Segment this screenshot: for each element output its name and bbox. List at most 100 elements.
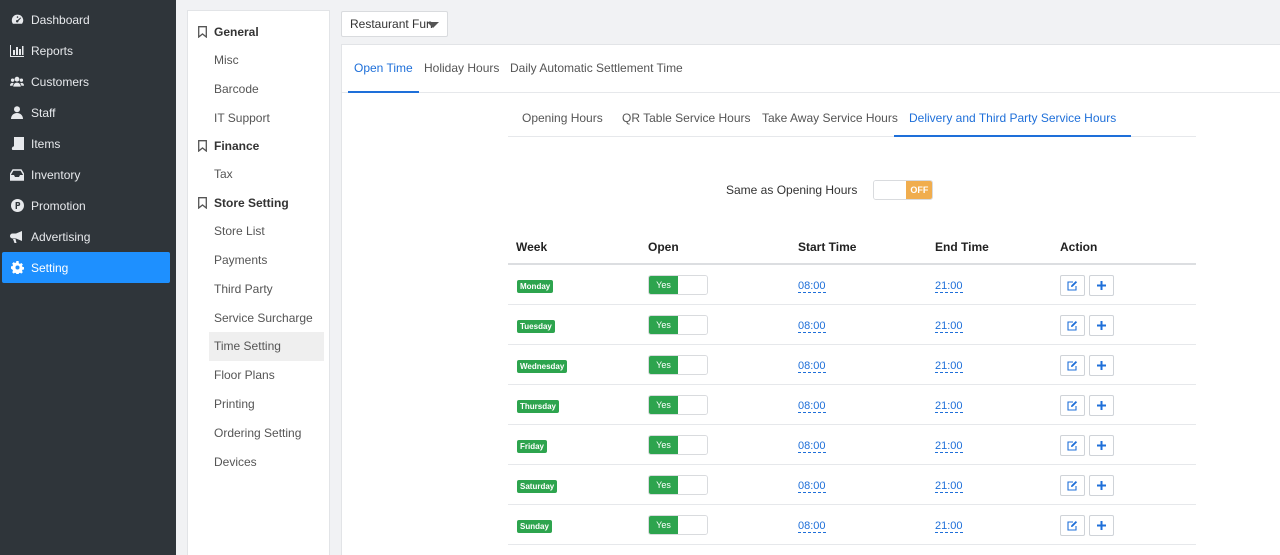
submenu-item-payments[interactable]: Payments bbox=[188, 246, 329, 275]
header-end-time: End Time bbox=[935, 240, 989, 254]
open-toggle-state: Yes bbox=[649, 316, 678, 334]
store-select[interactable]: Restaurant Fun bbox=[341, 11, 448, 37]
end-time-link[interactable]: 21:00 bbox=[935, 320, 963, 333]
nav-item-setting[interactable]: Setting bbox=[2, 252, 170, 283]
open-toggle[interactable]: Yes bbox=[648, 435, 708, 455]
start-time-link[interactable]: 08:00 bbox=[798, 360, 826, 373]
end-time-link[interactable]: 21:00 bbox=[935, 400, 963, 413]
edit-button[interactable] bbox=[1060, 515, 1085, 536]
top-tabs: Open Time Holiday Hours Daily Automatic … bbox=[342, 45, 1280, 93]
tab-opening-hours[interactable]: Opening Hours bbox=[522, 102, 603, 137]
nav-item-customers[interactable]: Customers bbox=[0, 66, 176, 97]
start-time-link[interactable]: 08:00 bbox=[798, 400, 826, 413]
nav-label: Setting bbox=[31, 260, 69, 275]
nav-item-staff[interactable]: Staff bbox=[0, 97, 176, 128]
dashboard-icon bbox=[10, 13, 24, 27]
bookmark-icon bbox=[198, 140, 208, 153]
edit-icon bbox=[1067, 360, 1078, 371]
tab-open-time[interactable]: Open Time bbox=[348, 45, 419, 93]
nav-label: Reports bbox=[31, 43, 74, 58]
submenu-item-third-party[interactable]: Third Party bbox=[188, 275, 329, 304]
start-time-link[interactable]: 08:00 bbox=[798, 320, 826, 333]
add-button[interactable] bbox=[1089, 475, 1114, 496]
nav-item-reports[interactable]: Reports bbox=[0, 35, 176, 66]
submenu-item-ordering-setting[interactable]: Ordering Setting bbox=[188, 419, 329, 448]
open-toggle[interactable]: Yes bbox=[648, 515, 708, 535]
submenu-item-misc[interactable]: Misc bbox=[188, 46, 329, 75]
main-nav: Dashboard Reports Customers Staff Items … bbox=[0, 0, 176, 555]
start-time-link[interactable]: 08:00 bbox=[798, 480, 826, 493]
add-button[interactable] bbox=[1089, 435, 1114, 456]
toggle-knob bbox=[678, 356, 707, 374]
submenu-item-tax[interactable]: Tax bbox=[188, 160, 329, 189]
add-button[interactable] bbox=[1089, 395, 1114, 416]
edit-icon bbox=[1067, 320, 1078, 331]
add-button[interactable] bbox=[1089, 515, 1114, 536]
submenu-item-it-support[interactable]: IT Support bbox=[188, 104, 329, 133]
nav-label: Advertising bbox=[31, 229, 91, 244]
table-body: Monday Yes 08:00 21:00 Tuesday Yes 08:00 21:00 W… bbox=[508, 265, 1196, 545]
plus-icon bbox=[1097, 321, 1106, 330]
open-toggle[interactable]: Yes bbox=[648, 395, 708, 415]
plus-icon bbox=[1097, 361, 1106, 370]
open-toggle[interactable]: Yes bbox=[648, 315, 708, 335]
nav-item-advertising[interactable]: Advertising bbox=[0, 221, 176, 252]
edit-button[interactable] bbox=[1060, 315, 1085, 336]
tab-delivery-third-party-service-hours[interactable]: Delivery and Third Party Service Hours bbox=[894, 102, 1132, 137]
edit-button[interactable] bbox=[1060, 475, 1085, 496]
nav-item-items[interactable]: Items bbox=[0, 128, 176, 159]
day-badge: Wednesday bbox=[517, 360, 568, 373]
submenu-item-barcode[interactable]: Barcode bbox=[188, 75, 329, 104]
settings-submenu: General Misc Barcode IT Support Finance … bbox=[187, 10, 330, 555]
start-time-link[interactable]: 08:00 bbox=[798, 280, 826, 293]
edit-button[interactable] bbox=[1060, 435, 1085, 456]
submenu-item-service-surcharge[interactable]: Service Surcharge bbox=[188, 304, 329, 333]
tab-qr-table-service-hours[interactable]: QR Table Service Hours bbox=[622, 102, 751, 137]
header-start-time: Start Time bbox=[798, 240, 857, 254]
open-toggle[interactable]: Yes bbox=[648, 355, 708, 375]
edit-button[interactable] bbox=[1060, 355, 1085, 376]
table-row: Monday Yes 08:00 21:00 bbox=[508, 265, 1196, 305]
day-badge: Friday bbox=[517, 440, 548, 453]
submenu-item-time-setting[interactable]: Time Setting bbox=[209, 332, 324, 362]
toggle-knob bbox=[678, 276, 707, 294]
tab-take-away-service-hours[interactable]: Take Away Service Hours bbox=[762, 102, 898, 137]
edit-button[interactable] bbox=[1060, 275, 1085, 296]
nav-item-dashboard[interactable]: Dashboard bbox=[0, 4, 176, 35]
edit-icon bbox=[1067, 520, 1078, 531]
nav-item-promotion[interactable]: Promotion bbox=[0, 190, 176, 221]
end-time-link[interactable]: 21:00 bbox=[935, 360, 963, 373]
add-button[interactable] bbox=[1089, 315, 1114, 336]
toggle-knob bbox=[678, 436, 707, 454]
add-button[interactable] bbox=[1089, 275, 1114, 296]
open-toggle[interactable]: Yes bbox=[648, 475, 708, 495]
open-toggle-state: Yes bbox=[649, 476, 678, 494]
book-icon bbox=[10, 137, 24, 151]
day-badge: Thursday bbox=[517, 400, 560, 413]
same-as-opening-hours-toggle[interactable]: OFF bbox=[873, 180, 934, 200]
caret-down-icon bbox=[427, 22, 439, 28]
start-time-link[interactable]: 08:00 bbox=[798, 440, 826, 453]
end-time-link[interactable]: 21:00 bbox=[935, 280, 963, 293]
tab-holiday-hours[interactable]: Holiday Hours bbox=[424, 45, 499, 93]
same-as-opening-hours-label: Same as Opening Hours bbox=[726, 183, 858, 197]
submenu-item-devices[interactable]: Devices bbox=[188, 448, 329, 477]
plus-icon bbox=[1097, 481, 1106, 490]
end-time-link[interactable]: 21:00 bbox=[935, 440, 963, 453]
open-toggle-state: Yes bbox=[649, 516, 678, 534]
open-toggle[interactable]: Yes bbox=[648, 275, 708, 295]
submenu-item-store-list[interactable]: Store List bbox=[188, 217, 329, 246]
add-button[interactable] bbox=[1089, 355, 1114, 376]
nav-label: Inventory bbox=[31, 167, 81, 182]
end-time-link[interactable]: 21:00 bbox=[935, 480, 963, 493]
edit-icon bbox=[1067, 480, 1078, 491]
nav-item-inventory[interactable]: Inventory bbox=[0, 159, 176, 190]
header-week: Week bbox=[516, 240, 548, 254]
edit-button[interactable] bbox=[1060, 395, 1085, 416]
end-time-link[interactable]: 21:00 bbox=[935, 520, 963, 533]
gear-icon bbox=[10, 261, 24, 275]
submenu-item-printing[interactable]: Printing bbox=[188, 390, 329, 419]
tab-daily-automatic-settlement-time[interactable]: Daily Automatic Settlement Time bbox=[510, 45, 683, 93]
submenu-item-floor-plans[interactable]: Floor Plans bbox=[188, 361, 329, 390]
start-time-link[interactable]: 08:00 bbox=[798, 520, 826, 533]
